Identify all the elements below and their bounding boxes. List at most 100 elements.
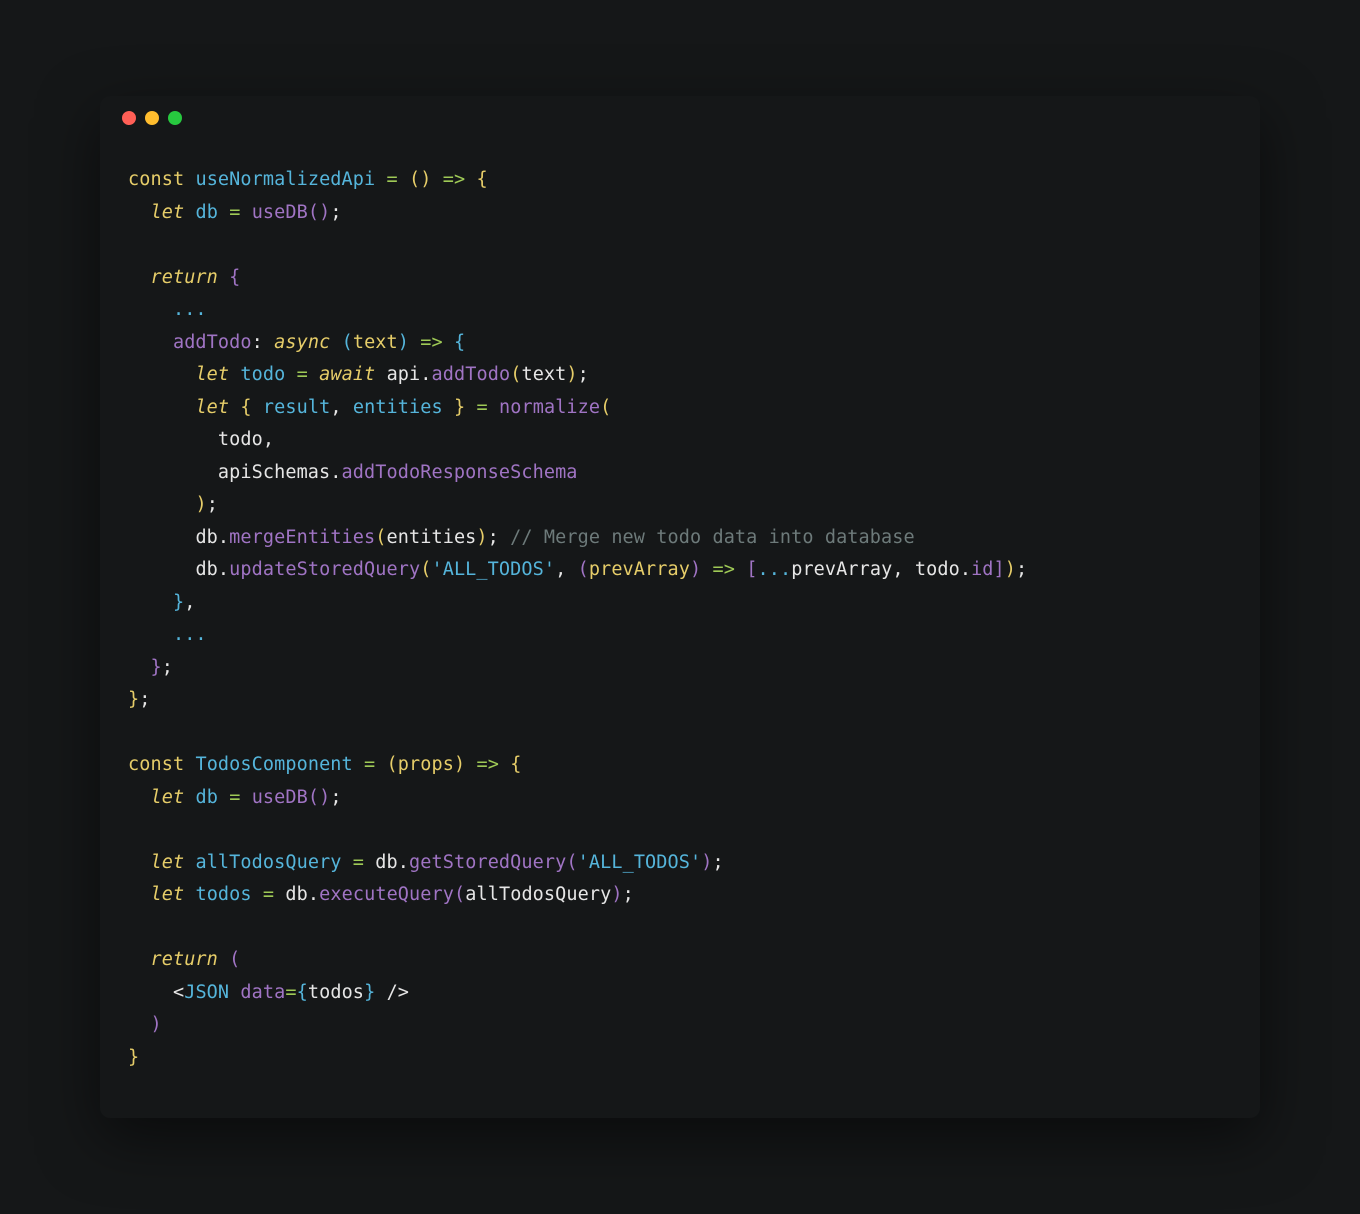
code-token: ) (701, 852, 712, 873)
code-token: addTodo (432, 364, 511, 385)
code-token: useDB (252, 202, 308, 223)
code-token: // Merge new todo data into database (510, 527, 915, 548)
code-token (128, 624, 173, 645)
code-token: ) (319, 787, 330, 808)
code-token: TodosComponent (195, 754, 352, 775)
minimize-icon[interactable] (145, 111, 159, 125)
code-token: = (297, 364, 308, 385)
code-token (128, 787, 150, 808)
code-token: ; (1016, 559, 1027, 580)
code-token: => (713, 559, 735, 580)
code-token: ... (173, 624, 207, 645)
code-token: ( (420, 559, 431, 580)
code-token: = (229, 787, 240, 808)
code-token: [ (746, 559, 757, 580)
code-token (308, 364, 319, 385)
code-token (128, 299, 173, 320)
code-token (432, 169, 443, 190)
maximize-icon[interactable] (168, 111, 182, 125)
code-token: id (971, 559, 993, 580)
code-token (252, 884, 263, 905)
code-token (409, 332, 420, 353)
code-token: ] (994, 559, 1005, 580)
code-token: , (330, 397, 341, 418)
code-token (240, 202, 251, 223)
code-token: ; (488, 527, 499, 548)
code-token: ; (162, 657, 173, 678)
close-icon[interactable] (122, 111, 136, 125)
code-token: db (285, 884, 307, 905)
code-token (128, 657, 150, 678)
code-token: ( (375, 527, 386, 548)
code-token (342, 852, 353, 873)
code-token: ) (1005, 559, 1016, 580)
code-token (184, 169, 195, 190)
code-token: ( (308, 202, 319, 223)
code-token: = (263, 884, 274, 905)
code-token: { (454, 332, 465, 353)
code-token (128, 527, 195, 548)
code-token: 'ALL_TODOS' (431, 559, 555, 580)
code-token: getStoredQuery (409, 852, 566, 873)
code-token: } (454, 397, 465, 418)
code-token: ( (510, 364, 521, 385)
code-token: const (128, 754, 184, 775)
code-token (252, 397, 263, 418)
code-token: { (229, 267, 240, 288)
code-token: : (252, 332, 263, 353)
code-token: return (150, 267, 217, 288)
code-token: ) (420, 169, 431, 190)
code-token (488, 397, 499, 418)
code-token (184, 884, 195, 905)
code-token (701, 559, 712, 580)
code-token: api (387, 364, 421, 385)
code-token (465, 754, 476, 775)
code-token (229, 397, 240, 418)
code-token (218, 949, 229, 970)
code-token (128, 332, 173, 353)
code-token: 'ALL_TODOS' (578, 852, 702, 873)
code-token (184, 754, 195, 775)
code-token (128, 852, 150, 873)
code-token: ( (308, 787, 319, 808)
code-token: result (263, 397, 330, 418)
code-token: /> (387, 982, 409, 1003)
code-token: , (184, 592, 195, 613)
code-token: let (195, 364, 229, 385)
code-token: useNormalizedApi (195, 169, 375, 190)
code-token: data (240, 982, 285, 1003)
code-token (375, 754, 386, 775)
code-token: const (128, 169, 184, 190)
code-token: db (195, 787, 217, 808)
code-token: db (195, 202, 217, 223)
code-token (229, 982, 240, 1003)
code-token: db (375, 852, 397, 873)
code-token (499, 527, 510, 548)
code-token: ( (342, 332, 353, 353)
code-token (240, 787, 251, 808)
code-token: props (398, 754, 454, 775)
code-token (128, 592, 173, 613)
code-token (285, 364, 296, 385)
code-token: allTodosQuery (195, 852, 341, 873)
code-token (735, 559, 746, 580)
code-token: = (364, 754, 375, 775)
code-token: => (443, 169, 465, 190)
code-token: allTodosQuery (465, 884, 611, 905)
code-token (128, 267, 150, 288)
code-token: updateStoredQuery (229, 559, 420, 580)
code-token: todo (240, 364, 285, 385)
code-token (566, 559, 577, 580)
code-token (184, 202, 195, 223)
code-token: } (128, 689, 139, 710)
titlebar (100, 96, 1260, 140)
code-token (342, 397, 353, 418)
code-token (364, 852, 375, 873)
code-token: , (555, 559, 566, 580)
code-token (330, 332, 341, 353)
code-token: useDB (252, 787, 308, 808)
code-token (128, 949, 150, 970)
code-token: db (195, 559, 217, 580)
code-token: ) (611, 884, 622, 905)
code-token (128, 364, 195, 385)
